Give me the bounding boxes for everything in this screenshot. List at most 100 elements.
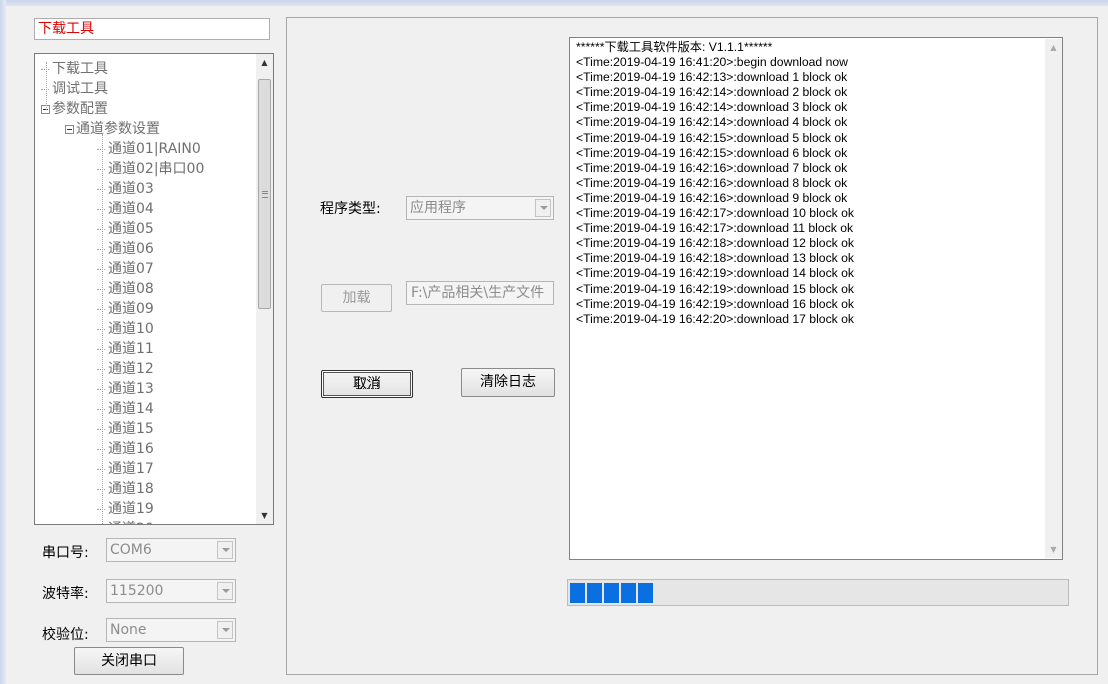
tree-item[interactable]: 通道19	[97, 499, 154, 519]
tree-item[interactable]: 通道11	[97, 339, 154, 359]
tree-item[interactable]: 通道02|串口00	[97, 159, 204, 179]
tree-item[interactable]: 通道17	[97, 459, 154, 479]
tree-item-label: 调试工具	[52, 81, 108, 97]
tree-item[interactable]: 通道10	[97, 319, 154, 339]
tree-connector	[97, 248, 105, 250]
tree-item-label: 通道20	[108, 521, 154, 524]
log-line: <Time:2019-04-19 16:42:16>:download 8 bl…	[576, 175, 848, 190]
scroll-thumb[interactable]	[258, 79, 271, 309]
tree-item-label: 通道19	[108, 501, 154, 517]
tree-item[interactable]: 通道18	[97, 479, 154, 499]
progress-block	[570, 583, 585, 603]
tree-item[interactable]: 通道13	[97, 379, 154, 399]
log-output[interactable]: ******下载工具软件版本: V1.1.1****** <Time:2019-0…	[569, 37, 1063, 560]
tree-connector	[97, 228, 105, 230]
baud-rate-value: 115200	[110, 583, 164, 599]
parity-select[interactable]: None	[106, 618, 236, 642]
tree-item[interactable]: 通道12	[97, 359, 154, 379]
tree-item[interactable]: 通道09	[97, 299, 154, 319]
log-line: <Time:2019-04-19 16:42:14>:download 2 bl…	[576, 85, 848, 100]
parity-label: 校验位:	[42, 627, 89, 643]
scroll-down-arrow-icon[interactable]: ▼	[256, 507, 273, 524]
load-button[interactable]: 加载	[321, 284, 392, 312]
tree-item[interactable]: 参数配置	[41, 99, 108, 119]
tree-item[interactable]: 通道08	[97, 279, 154, 299]
tree-item[interactable]: 通道15	[97, 419, 154, 439]
tree-item-label: 通道18	[108, 481, 154, 497]
tree-item-label: 通道01|RAIN0	[108, 141, 201, 157]
tree-item[interactable]: 通道20	[97, 519, 154, 524]
tree-scrollbar[interactable]: ▲ ▼	[256, 54, 273, 524]
tree-connector	[97, 328, 105, 330]
tree-item-label: 通道08	[108, 281, 154, 297]
tree-item[interactable]: 通道04	[97, 199, 154, 219]
tree-item-label: 通道09	[108, 301, 154, 317]
log-scrollbar[interactable]: ▲ ▼	[1045, 39, 1062, 558]
tree-connector	[97, 428, 105, 430]
scroll-up-arrow-icon[interactable]: ▲	[1045, 39, 1062, 56]
log-line: <Time:2019-04-19 16:42:18>:download 13 b…	[576, 251, 855, 266]
log-line: <Time:2019-04-19 16:42:19>:download 14 b…	[576, 266, 855, 281]
tree-items-container: 下载工具调试工具参数配置通道参数设置通道01|RAIN0 通道02|串口00 通道0…	[35, 54, 257, 524]
tree-item-label: 通道02|串口00	[108, 161, 205, 177]
tree-connector	[97, 408, 105, 410]
serial-port-select[interactable]: COM6	[106, 538, 236, 562]
tree-connector	[97, 388, 105, 390]
serial-port-value: COM6	[110, 542, 152, 558]
tree-item-label: 通道12	[108, 361, 154, 377]
cancel-button[interactable]: 取消	[321, 370, 413, 398]
log-line: <Time:2019-04-19 16:42:15>:download 6 bl…	[576, 145, 848, 160]
tree-item[interactable]: 通道14	[97, 399, 154, 419]
clear-log-button[interactable]: 清除日志	[461, 368, 555, 397]
program-type-label: 程序类型:	[320, 201, 381, 217]
file-path-input[interactable]: F:\产品相关\生产文件	[406, 281, 554, 305]
tree-item[interactable]: 通道05	[97, 219, 154, 239]
chevron-down-icon[interactable]	[535, 199, 551, 217]
tree-connector	[97, 288, 105, 290]
scroll-down-arrow-icon[interactable]: ▼	[1045, 541, 1062, 558]
chevron-down-icon[interactable]	[217, 541, 233, 559]
tree-connector	[97, 188, 105, 190]
log-line: <Time:2019-04-19 16:42:18>:download 12 b…	[576, 236, 855, 251]
download-progress-bar	[567, 579, 1069, 606]
log-line: <Time:2019-04-19 16:42:14>:download 3 bl…	[576, 100, 848, 115]
program-type-value: 应用程序	[410, 200, 466, 216]
tree-item-label: 通道05	[108, 221, 154, 237]
tree-item-label: 通道参数设置	[76, 121, 160, 137]
log-line: ******下载工具软件版本: V1.1.1******	[576, 40, 773, 54]
progress-block	[621, 583, 636, 603]
tree-item[interactable]: 通道16	[97, 439, 154, 459]
tree-item[interactable]: 下载工具	[41, 59, 108, 79]
tree-item-label: 通道15	[108, 421, 154, 437]
tree-item[interactable]: 通道06	[97, 239, 154, 259]
close-serial-button[interactable]: 关闭串口	[74, 647, 184, 675]
tree-connector	[97, 208, 105, 210]
tree-item[interactable]: 通道07	[97, 259, 154, 279]
tree-connector	[41, 88, 49, 90]
tree-item[interactable]: 调试工具	[41, 79, 108, 99]
program-type-select[interactable]: 应用程序	[406, 196, 554, 220]
tree-item-label: 通道06	[108, 241, 154, 257]
tree-connector	[97, 448, 105, 450]
chevron-down-icon[interactable]	[217, 621, 233, 639]
progress-block	[638, 583, 653, 603]
function-tree[interactable]: 下载工具调试工具参数配置通道参数设置通道01|RAIN0 通道02|串口00 通道0…	[34, 53, 274, 525]
tree-item-label: 通道16	[108, 441, 154, 457]
progress-block	[604, 583, 619, 603]
log-line: <Time:2019-04-19 16:42:17>:download 10 b…	[576, 206, 855, 221]
tree-item[interactable]: 通道参数设置	[65, 119, 160, 139]
log-line: <Time:2019-04-19 16:42:16>:download 9 bl…	[576, 190, 848, 205]
tree-connector	[97, 508, 105, 510]
log-line: <Time:2019-04-19 16:41:20>:begin downloa…	[576, 55, 848, 70]
scroll-up-arrow-icon[interactable]: ▲	[256, 54, 273, 71]
collapse-toggle-icon[interactable]	[65, 124, 74, 134]
tree-connector	[97, 348, 105, 350]
tree-connector	[97, 168, 105, 170]
baud-rate-select[interactable]: 115200	[106, 579, 236, 603]
chevron-down-icon[interactable]	[217, 582, 233, 600]
tree-item[interactable]: 通道01|RAIN0	[97, 139, 201, 159]
tree-connector	[41, 68, 49, 70]
log-line: <Time:2019-04-19 16:42:14>:download 4 bl…	[576, 115, 848, 130]
tree-item[interactable]: 通道03	[97, 179, 154, 199]
log-line: <Time:2019-04-19 16:42:13>:download 1 bl…	[576, 70, 848, 85]
